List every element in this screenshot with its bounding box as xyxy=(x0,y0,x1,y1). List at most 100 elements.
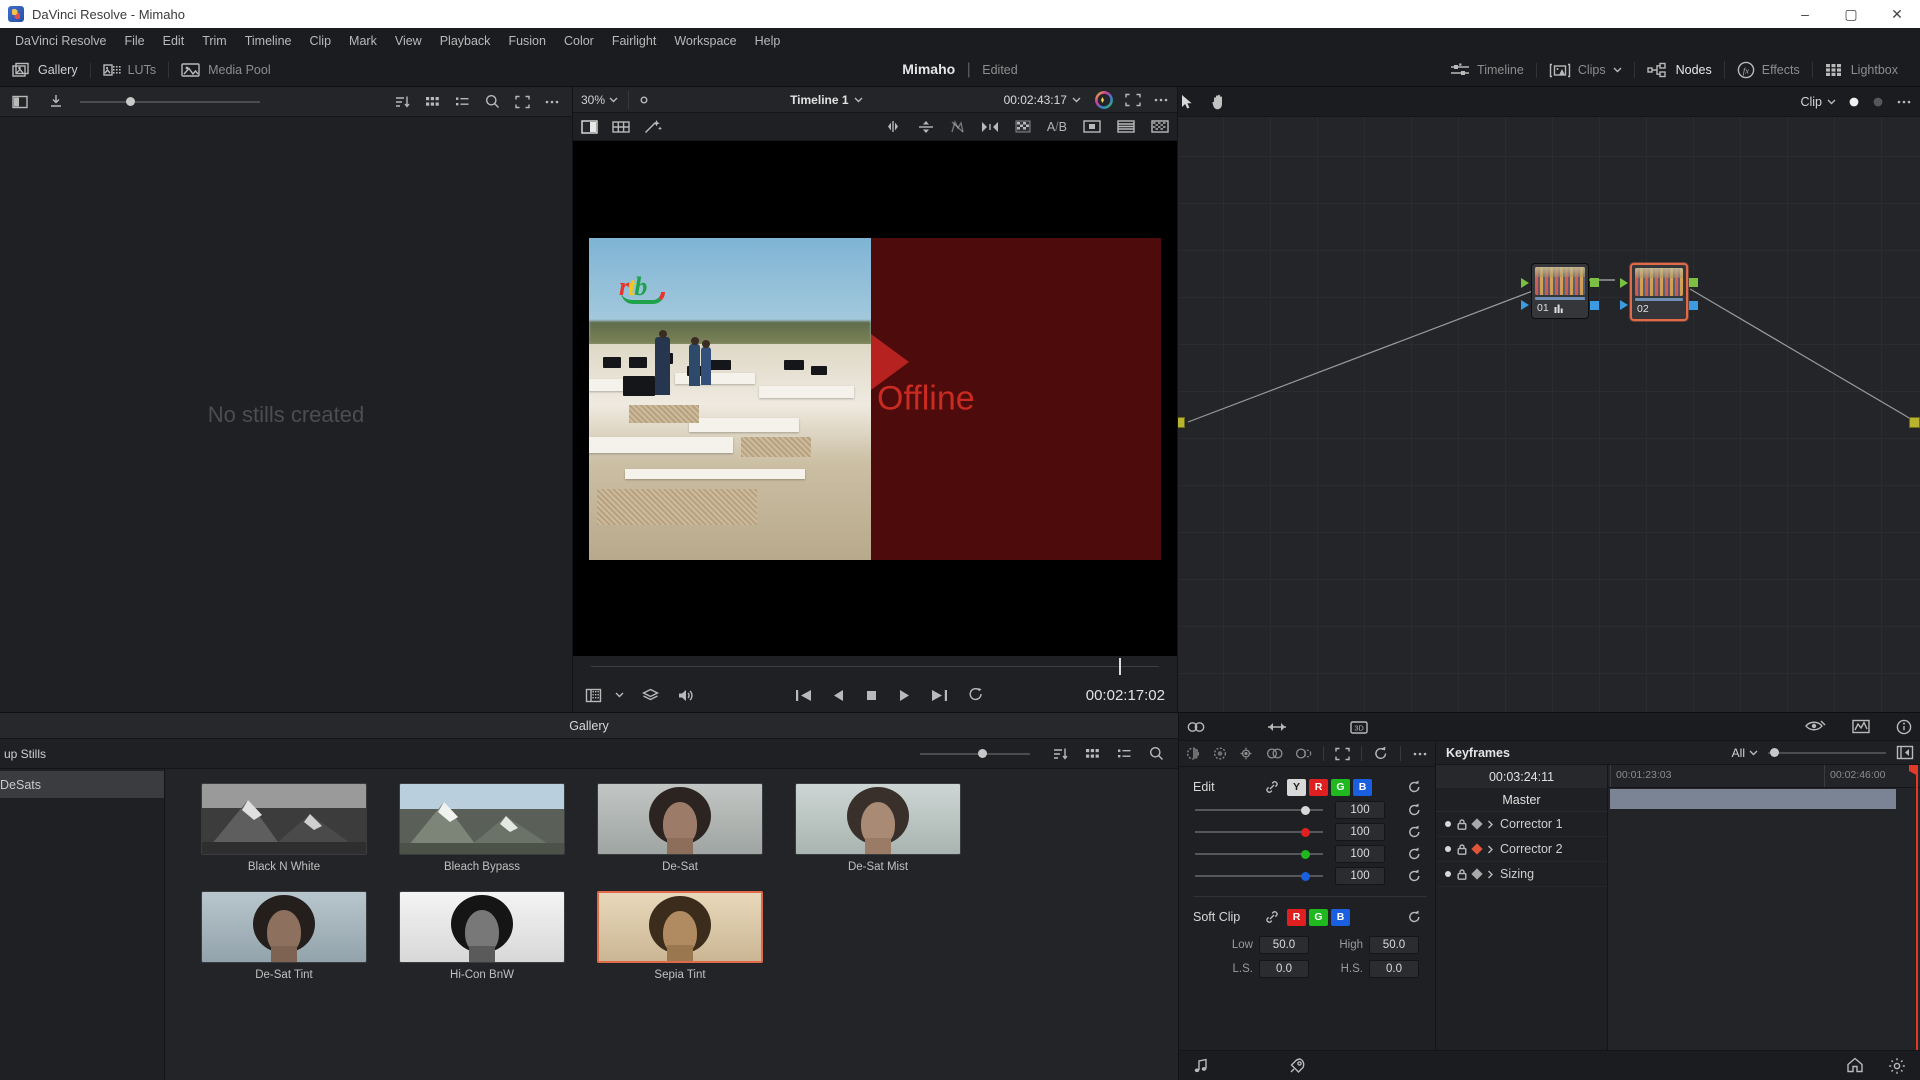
edit-reset-y-icon[interactable] xyxy=(1403,803,1425,817)
go-to-end-button[interactable] xyxy=(931,689,948,702)
gallery-album-desats[interactable]: DeSats xyxy=(0,771,164,798)
keyframes-collapse-icon[interactable] xyxy=(1896,745,1914,760)
lock-icon[interactable] xyxy=(1457,843,1467,855)
menu-clip[interactable]: Clip xyxy=(301,31,341,51)
keyframes-zoom-slider[interactable] xyxy=(1768,746,1886,760)
toolbar-lightbox-button[interactable]: Lightbox xyxy=(1811,62,1910,78)
edit-reset-b-icon[interactable] xyxy=(1403,869,1425,883)
soft-clip-ls-value[interactable]: 0.0 xyxy=(1259,960,1309,978)
node-02-rgb-output[interactable] xyxy=(1689,278,1698,287)
keyframes-track-corrector-1[interactable]: Corrector 1 xyxy=(1436,812,1607,837)
primaries-options-icon[interactable] xyxy=(1412,747,1428,761)
soft-clip-chip-g[interactable]: G xyxy=(1309,908,1328,926)
track-enable-dot-icon[interactable] xyxy=(1445,871,1451,877)
keyframes-track-corrector-2[interactable]: Corrector 2 xyxy=(1436,837,1607,862)
toolbar-nodes-button[interactable]: Nodes xyxy=(1633,62,1724,78)
chevron-down-icon[interactable] xyxy=(1827,99,1836,105)
edit-reset-g-icon[interactable] xyxy=(1403,847,1425,861)
lock-icon[interactable] xyxy=(1457,868,1467,880)
color-wheels-tab-icon[interactable] xyxy=(1187,719,1205,735)
gallery-search-icon[interactable] xyxy=(1142,743,1170,765)
menu-color[interactable]: Color xyxy=(555,31,603,51)
viewer-pip-icon[interactable] xyxy=(1083,120,1101,133)
lock-icon[interactable] xyxy=(1457,818,1467,830)
stills-size-slider[interactable] xyxy=(80,95,260,109)
node-graph-source-terminal[interactable] xyxy=(1178,417,1185,428)
node-01-key-output[interactable] xyxy=(1590,301,1599,310)
viewer-canvas[interactable]: rtb Offline xyxy=(573,141,1177,656)
reset-all-icon[interactable] xyxy=(1373,746,1389,761)
expand-controls-icon[interactable] xyxy=(1335,747,1350,761)
link-channels-icon[interactable] xyxy=(1265,780,1279,794)
viewer-ab-text-icon[interactable]: A/B xyxy=(1047,120,1067,134)
node-01-key-input[interactable] xyxy=(1521,300,1529,310)
viewer-split-screen-icon[interactable] xyxy=(581,119,598,134)
gallery-list-view-icon[interactable] xyxy=(1110,743,1138,765)
soft-clip-reset-icon[interactable] xyxy=(1403,910,1425,924)
menu-view[interactable]: View xyxy=(386,31,431,51)
grab-still-icon[interactable] xyxy=(42,91,70,113)
chevron-down-icon[interactable] xyxy=(1613,67,1622,73)
selection-arrow-icon[interactable] xyxy=(1180,94,1195,110)
sort-icon[interactable] xyxy=(388,91,416,113)
viewer-timecode-display[interactable]: 00:02:43:17 xyxy=(1004,93,1081,107)
home-icon[interactable] xyxy=(1846,1057,1864,1075)
keyframes-track-sizing[interactable]: Sizing xyxy=(1436,862,1607,887)
node-01-rgb-input[interactable] xyxy=(1521,278,1529,288)
edit-value-r[interactable]: 100 xyxy=(1335,823,1385,841)
list-view-icon[interactable] xyxy=(448,91,476,113)
node-options-icon[interactable] xyxy=(1896,95,1912,109)
still-bleach-bypass[interactable]: Bleach Bypass xyxy=(383,783,581,873)
keyframes-master-row[interactable]: Master xyxy=(1436,788,1607,812)
keyframes-filter-selector[interactable]: All xyxy=(1732,746,1758,760)
expand-arrow-icon[interactable] xyxy=(1487,870,1494,879)
node-toggle-on-icon[interactable] xyxy=(1848,96,1860,108)
menu-fusion[interactable]: Fusion xyxy=(499,31,555,51)
gear-icon[interactable] xyxy=(1888,1057,1906,1075)
still-sepia-tint[interactable]: Sepia Tint xyxy=(581,891,779,981)
node-01[interactable]: 01 xyxy=(1521,263,1599,319)
primaries-bars-tab-icon[interactable] xyxy=(1267,719,1287,735)
inspector-eye-icon[interactable] xyxy=(1804,719,1826,735)
toolbar-luts-button[interactable]: LUTs xyxy=(89,62,168,78)
channel-chip-y[interactable]: Y xyxy=(1287,778,1306,796)
toolbar-media-pool-button[interactable]: Media Pool xyxy=(168,62,283,78)
keyframe-diamond-icon[interactable] xyxy=(1471,843,1483,855)
node-toggle-off-icon[interactable] xyxy=(1872,96,1884,108)
keyframe-diamond-icon[interactable] xyxy=(1471,868,1483,880)
maximize-button[interactable]: ▢ xyxy=(1828,0,1874,28)
edit-reset-icon[interactable] xyxy=(1403,780,1425,794)
edit-slider-g[interactable] xyxy=(1195,847,1323,861)
edit-slider-b[interactable] xyxy=(1195,869,1323,883)
viewer-stripes-icon[interactable] xyxy=(1117,120,1135,133)
channel-chip-r[interactable]: R xyxy=(1309,778,1328,796)
keyframes-timeline-area[interactable]: 00:01:23:03 00:02:46:00 xyxy=(1608,765,1920,1050)
viewer-checker-icon[interactable] xyxy=(1015,120,1031,133)
channel-chip-b[interactable]: B xyxy=(1353,778,1372,796)
viewer-ab-compare-icon[interactable] xyxy=(981,121,999,133)
scrubber-playhead[interactable] xyxy=(1119,658,1121,675)
edit-reset-r-icon[interactable] xyxy=(1403,825,1425,839)
chevron-down-icon[interactable] xyxy=(854,97,863,103)
expand-arrow-icon[interactable] xyxy=(1487,845,1494,854)
delivery-rocket-icon[interactable] xyxy=(1289,1057,1307,1074)
audio-note-icon[interactable] xyxy=(1193,1058,1209,1074)
color-wheel-icon[interactable] xyxy=(1095,90,1113,109)
menu-file[interactable]: File xyxy=(115,31,153,51)
viewer-vertical-wipe-icon[interactable] xyxy=(918,120,934,134)
viewer-layers-icon[interactable] xyxy=(642,688,659,703)
still-de-sat-mist[interactable]: De-Sat Mist xyxy=(779,783,977,873)
viewer-zoom-control[interactable]: 30% xyxy=(581,93,618,107)
node-02-key-input[interactable] xyxy=(1620,300,1628,310)
chevron-down-icon[interactable] xyxy=(1749,750,1758,756)
track-enable-dot-icon[interactable] xyxy=(1445,821,1451,827)
toolbar-timeline-button[interactable]: Timeline xyxy=(1438,62,1536,78)
node-scope-selector[interactable]: Clip xyxy=(1800,95,1836,109)
grid-view-icon[interactable] xyxy=(418,91,446,113)
viewer-fit-icon[interactable] xyxy=(639,95,649,105)
still-black-n-white[interactable]: Black N White xyxy=(185,783,383,873)
viewer-timeline-selector[interactable]: Timeline 1 xyxy=(790,93,863,107)
viewer-grid-icon[interactable] xyxy=(612,120,630,134)
still-de-sat-tint[interactable]: De-Sat Tint xyxy=(185,891,383,981)
node-02[interactable]: 02 xyxy=(1620,263,1698,321)
